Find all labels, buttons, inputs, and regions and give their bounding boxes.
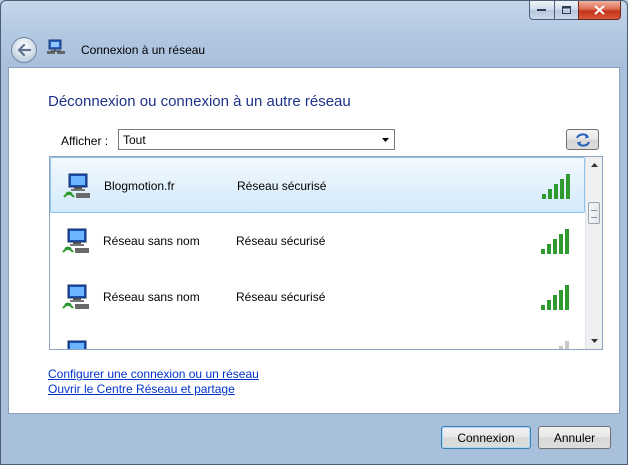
network-name: Réseau sans nom [103, 234, 200, 248]
network-center-link[interactable]: Ouvrir le Centre Réseau et partage [48, 382, 235, 396]
setup-connection-link[interactable]: Configurer une connexion ou un réseau [48, 367, 259, 381]
signal-strength-icon [559, 341, 569, 349]
filter-select-value: Tout [123, 132, 146, 147]
connect-button[interactable]: Connexion [441, 426, 531, 449]
scroll-thumb[interactable] [588, 202, 600, 224]
dialog-window: Connexion à un réseau Déconnexion ou con… [0, 0, 628, 465]
network-list[interactable]: Blogmotion.fr Réseau sécurisé Réseau san… [49, 156, 603, 350]
network-name: Blogmotion.fr [104, 179, 175, 193]
chevron-down-icon [382, 138, 389, 142]
refresh-icon [575, 132, 590, 147]
network-item-partial[interactable] [50, 325, 585, 349]
network-computer-icon [67, 340, 87, 349]
chevron-down-icon [590, 339, 598, 343]
signal-strength-icon [541, 285, 569, 310]
network-icon [47, 39, 65, 54]
back-button[interactable] [11, 37, 37, 63]
network-computer-icon [62, 228, 89, 253]
network-security: Réseau sécurisé [237, 179, 327, 193]
list-scrollbar[interactable] [585, 157, 602, 349]
back-arrow-icon [17, 44, 31, 56]
network-computer-icon [63, 173, 90, 198]
title-bar: Connexion à un réseau [1, 29, 627, 67]
network-security: Réseau sécurisé [236, 290, 326, 304]
network-item[interactable]: Réseau sans nom Réseau sécurisé [50, 269, 585, 325]
signal-strength-icon [541, 229, 569, 254]
filter-select[interactable]: Tout [118, 129, 395, 150]
filter-label: Afficher : [61, 134, 109, 148]
content-panel: Déconnexion ou connexion à un autre rése… [8, 67, 620, 414]
window-title: Connexion à un réseau [81, 43, 206, 57]
minimize-button[interactable] [529, 1, 554, 20]
close-icon [594, 5, 605, 15]
cancel-button[interactable]: Annuler [538, 426, 611, 449]
refresh-button[interactable] [566, 129, 599, 150]
page-heading: Déconnexion ou connexion à un autre rése… [48, 93, 351, 110]
window-controls [529, 1, 621, 20]
signal-strength-icon [542, 174, 570, 199]
network-item[interactable]: Réseau sans nom Réseau sécurisé [50, 213, 585, 269]
network-computer-icon [62, 284, 89, 309]
maximize-button[interactable] [554, 1, 578, 20]
scroll-up-button[interactable] [586, 157, 602, 173]
scroll-down-button[interactable] [586, 333, 602, 349]
maximize-icon [561, 5, 571, 14]
network-security: Réseau sécurisé [236, 234, 326, 248]
minimize-icon [537, 9, 546, 11]
chevron-up-icon [590, 163, 598, 167]
network-name: Réseau sans nom [103, 290, 200, 304]
network-item[interactable]: Blogmotion.fr Réseau sécurisé [50, 157, 585, 213]
close-button[interactable] [578, 1, 621, 20]
